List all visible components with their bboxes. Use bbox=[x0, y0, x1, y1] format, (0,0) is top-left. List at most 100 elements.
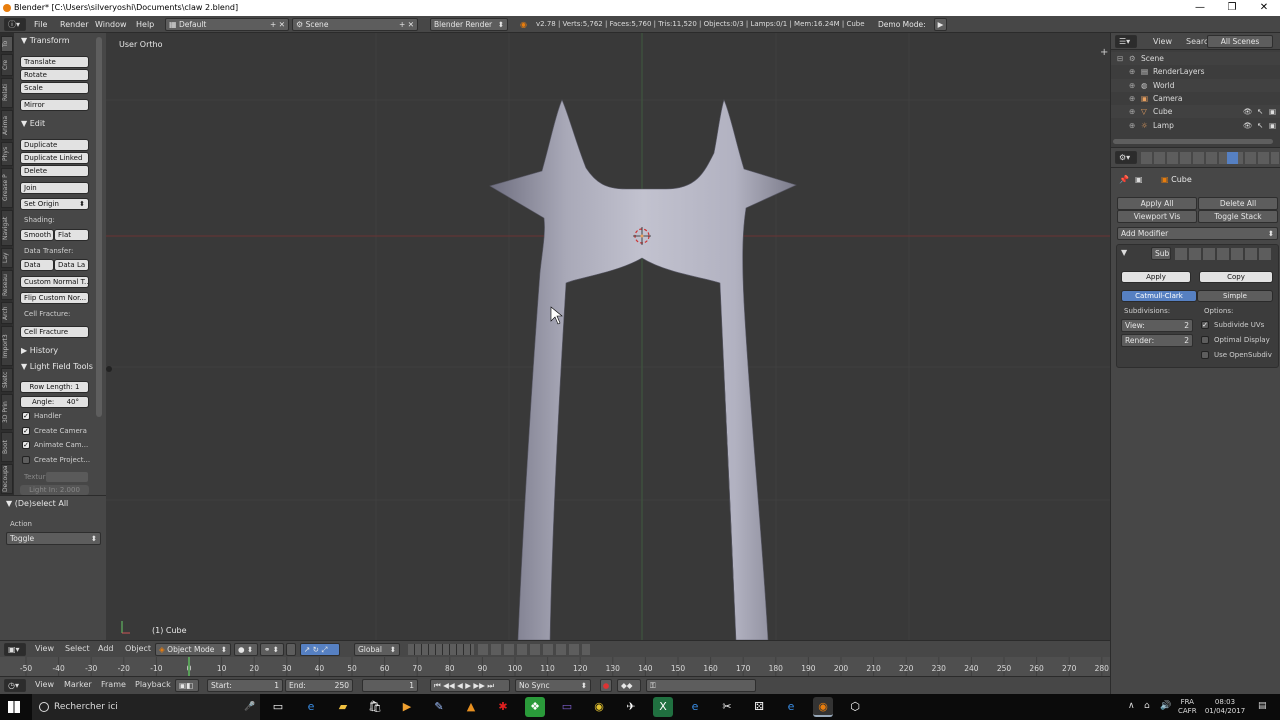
properties-context-tabs[interactable] bbox=[1141, 152, 1279, 164]
selectability-icon[interactable]: ↖ bbox=[1257, 105, 1263, 118]
blender-taskbar-icon[interactable]: ◉ bbox=[813, 697, 833, 717]
modifier-collapse-icon[interactable]: ▼ bbox=[1121, 248, 1127, 257]
preview-range-toggle[interactable]: ▣◧ bbox=[175, 679, 199, 692]
simple-button[interactable]: Simple bbox=[1197, 290, 1273, 302]
expand-icon[interactable]: ⊕ bbox=[1129, 65, 1135, 78]
end-frame-field[interactable]: End: 250 bbox=[285, 679, 353, 692]
excel-icon[interactable]: X bbox=[653, 697, 673, 717]
set-origin-button[interactable]: Set Origin ⬍ bbox=[20, 198, 89, 210]
menu-file[interactable]: File bbox=[34, 18, 47, 31]
expand-icon[interactable]: ⊕ bbox=[1129, 92, 1135, 105]
task-view-icon[interactable]: ▭ bbox=[268, 697, 288, 717]
start-frame-field[interactable]: Start: 1 bbox=[207, 679, 283, 692]
keying-set-select[interactable]: ⚿ bbox=[646, 679, 756, 692]
tab-sketch[interactable]: Sketc bbox=[1, 368, 13, 392]
animate-camera-checkbox[interactable]: ✓ bbox=[22, 441, 30, 449]
app-unity-icon[interactable]: ⬡ bbox=[845, 697, 865, 717]
menu-render[interactable]: Render bbox=[60, 18, 88, 31]
pin-icon[interactable]: 📌 bbox=[1119, 175, 1129, 184]
edge-2-icon[interactable]: e bbox=[781, 697, 801, 717]
tab-tools[interactable]: To bbox=[1, 36, 13, 52]
translate-button[interactable]: Translate bbox=[20, 56, 89, 68]
orientation-select[interactable]: Global ⬍ bbox=[354, 643, 400, 656]
record-button[interactable]: ● bbox=[600, 679, 612, 692]
outliner-item-renderlayers[interactable]: ⊕ ▤ RenderLayers bbox=[1111, 65, 1280, 79]
tab-reseau[interactable]: Reseau bbox=[1, 270, 13, 300]
visibility-eye-icon[interactable]: 👁 bbox=[1243, 105, 1253, 118]
cell-fracture-button[interactable]: Cell Fracture bbox=[20, 326, 89, 338]
taskbar-search-box[interactable]: Rechercher ici 🎤 bbox=[32, 694, 260, 720]
tab-3d-print[interactable]: 3D Prin bbox=[1, 394, 13, 430]
current-frame-field[interactable]: 1 bbox=[362, 679, 418, 692]
menu-help[interactable]: Help bbox=[136, 18, 154, 31]
maximize-button[interactable]: ❐ bbox=[1216, 0, 1248, 16]
angle-field[interactable]: Angle: 40° bbox=[20, 396, 89, 408]
sync-select[interactable]: No Sync ⬍ bbox=[515, 679, 591, 692]
input-language[interactable]: FRA CAFR bbox=[1178, 698, 1197, 716]
render-levels-field[interactable]: Render: 2 bbox=[1121, 334, 1193, 347]
modifier-tab-active-icon[interactable] bbox=[1227, 152, 1238, 164]
outliner-item-world[interactable]: ⊕ ◍ World bbox=[1111, 78, 1280, 92]
editor-type-info-icon[interactable]: ⓘ▾ bbox=[4, 18, 26, 31]
rotate-button[interactable]: Rotate bbox=[20, 69, 89, 81]
expand-icon[interactable]: ⊟ bbox=[1117, 52, 1123, 65]
menu-window[interactable]: Window bbox=[95, 18, 127, 31]
app-red-icon[interactable]: ✱ bbox=[493, 697, 513, 717]
keying-set-icons[interactable]: ◆◆ bbox=[617, 679, 641, 692]
texture-field[interactable] bbox=[46, 472, 88, 482]
toolshelf-scrollbar[interactable] bbox=[96, 37, 102, 417]
light-intensity-field[interactable]: Light In: 2.000 bbox=[20, 485, 89, 495]
expand-icon[interactable]: ⊕ bbox=[1129, 119, 1135, 132]
add-modifier-select[interactable]: Add Modifier ⬍ bbox=[1117, 227, 1278, 240]
renderability-icon[interactable]: ▣ bbox=[1269, 119, 1276, 132]
tab-archimesh[interactable]: Arch bbox=[1, 302, 13, 324]
microphone-icon[interactable]: 🎤 bbox=[244, 694, 255, 720]
app-feather-icon[interactable]: ✎ bbox=[429, 697, 449, 717]
create-projector-checkbox[interactable] bbox=[22, 456, 30, 464]
optimal-display-checkbox[interactable] bbox=[1201, 336, 1209, 344]
flip-custom-normals-button[interactable]: Flip Custom Nor... bbox=[20, 292, 89, 304]
close-button[interactable]: ✕ bbox=[1248, 0, 1280, 16]
delete-all-button[interactable]: Delete All bbox=[1198, 197, 1278, 210]
modifier-copy-button[interactable]: Copy bbox=[1199, 271, 1273, 283]
editor-type-properties-icon[interactable]: ⚙▾ bbox=[1115, 151, 1137, 164]
outliner-item-scene[interactable]: ⊟ ⚙ Scene bbox=[1111, 52, 1280, 65]
selectability-icon[interactable]: ↖ bbox=[1257, 119, 1263, 132]
layer-buttons[interactable] bbox=[408, 644, 474, 655]
use-opensubdiv-checkbox[interactable] bbox=[1201, 351, 1209, 359]
volume-icon[interactable]: 🔊 bbox=[1160, 701, 1171, 711]
timeline-menu-marker[interactable]: Marker bbox=[64, 680, 92, 689]
toggle-stack-button[interactable]: Toggle Stack bbox=[1198, 210, 1278, 223]
tab-import[interactable]: Import3 bbox=[1, 326, 13, 366]
operator-title[interactable]: ▼ (De)select All bbox=[6, 499, 68, 508]
smooth-button[interactable]: Smooth bbox=[20, 229, 54, 241]
tab-animation[interactable]: Anima bbox=[1, 110, 13, 140]
n-panel-toggle[interactable]: + bbox=[1100, 47, 1108, 58]
tab-navigation[interactable]: Navigat bbox=[1, 210, 13, 246]
mirror-button[interactable]: Mirror bbox=[20, 99, 89, 111]
minimize-button[interactable]: — bbox=[1184, 0, 1216, 16]
flat-button[interactable]: Flat bbox=[54, 229, 89, 241]
network-icon[interactable]: ⌂ bbox=[1144, 701, 1150, 711]
outliner-menu-view[interactable]: View bbox=[1153, 37, 1172, 46]
editor-type-outliner-icon[interactable]: ☰▾ bbox=[1115, 35, 1137, 48]
file-explorer-icon[interactable]: ▰ bbox=[333, 697, 353, 717]
pivot-select[interactable]: ⚭ ⬍ bbox=[260, 643, 284, 656]
shading-select[interactable]: ● ⬍ bbox=[234, 643, 258, 656]
expand-icon[interactable]: ⊕ bbox=[1129, 79, 1135, 92]
outliner-item-cube[interactable]: ⊕ ▽ Cube 👁 ↖ ▣ bbox=[1111, 105, 1280, 119]
visibility-eye-icon[interactable]: 👁 bbox=[1243, 119, 1253, 132]
apply-all-button[interactable]: Apply All bbox=[1117, 197, 1197, 210]
tab-physics[interactable]: Phys bbox=[1, 142, 13, 166]
menu-select[interactable]: Select bbox=[65, 644, 90, 653]
playback-controls[interactable]: ⏮ ◀◀ ◀ ▶ ▶▶ ⏭ bbox=[430, 679, 510, 692]
row-length-field[interactable]: Row Length: 1 bbox=[20, 381, 89, 393]
modifier-name-field[interactable]: Sub bbox=[1151, 247, 1171, 260]
edge-icon[interactable]: e bbox=[301, 697, 321, 717]
demo-play-button[interactable]: ▶ bbox=[934, 18, 947, 31]
handler-checkbox[interactable]: ✓ bbox=[22, 412, 30, 420]
panel-light-field-header[interactable]: ▼ Light Field Tools bbox=[14, 360, 106, 374]
app-gamepad-icon[interactable]: ⚄ bbox=[749, 697, 769, 717]
render-engine-select[interactable]: Blender Render ⬍ bbox=[430, 18, 508, 31]
chrome-icon[interactable]: ◉ bbox=[589, 697, 609, 717]
